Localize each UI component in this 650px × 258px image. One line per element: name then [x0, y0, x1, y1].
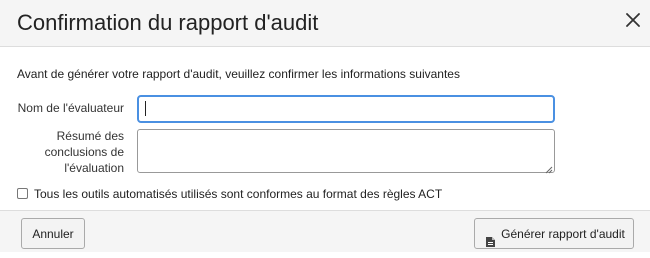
dialog-title: Confirmation du rapport d'audit — [17, 10, 319, 35]
evaluator-name-label: Nom de l'évaluateur — [17, 101, 124, 115]
summary-label-line: l'évaluation — [64, 161, 124, 175]
text-caret — [145, 101, 146, 116]
tools-compliance-label[interactable]: Tous les outils automatisés utilisés son… — [34, 186, 442, 202]
cancel-button[interactable]: Annuler — [21, 218, 85, 249]
generate-report-label: Générer rapport d'audit — [501, 227, 625, 241]
intro-text: Avant de générer votre rapport d'audit, … — [17, 67, 460, 81]
evaluator-name-input[interactable] — [137, 95, 555, 123]
generate-report-button[interactable]: Générer rapport d'audit — [474, 218, 634, 249]
dialog-header: Confirmation du rapport d'audit — [0, 0, 650, 47]
summary-label-line: Résumé des — [56, 129, 124, 143]
document-icon — [486, 229, 495, 247]
audit-report-dialog: Confirmation du rapport d'audit Avant de… — [0, 0, 650, 252]
tools-compliance-checkbox[interactable] — [17, 188, 28, 199]
resize-grip-icon[interactable] — [543, 161, 553, 174]
summary-label-line: conclusions de — [44, 145, 124, 159]
summary-label: Résumé des conclusions de l'évaluation — [0, 128, 124, 176]
dialog-footer: Annuler Générer rapport d'audit — [0, 210, 650, 252]
close-icon[interactable] — [623, 10, 643, 30]
summary-textarea[interactable] — [137, 129, 555, 173]
